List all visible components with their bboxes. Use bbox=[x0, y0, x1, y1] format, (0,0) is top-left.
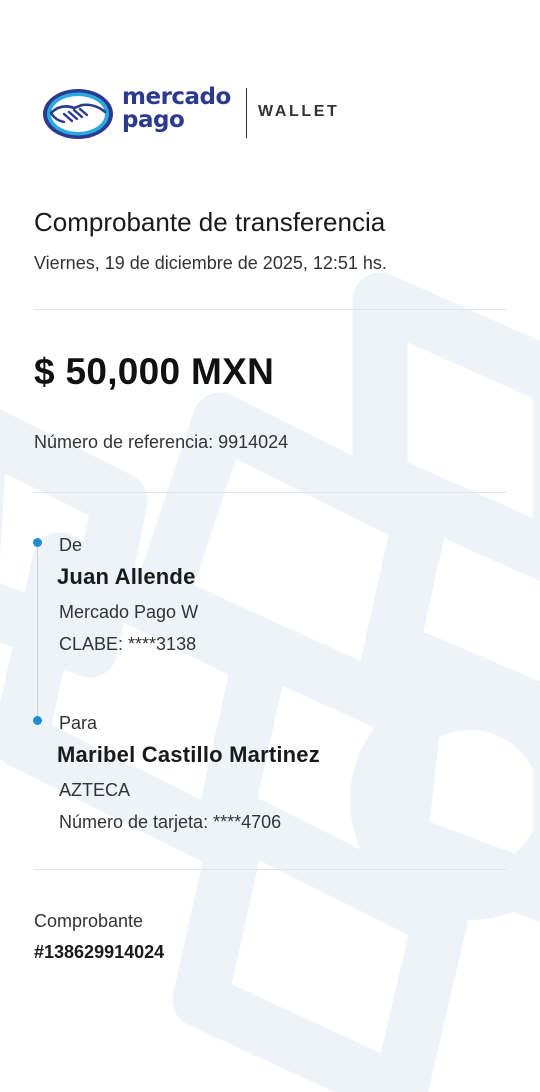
divider bbox=[34, 309, 506, 310]
logo-wallet-label: WALLET bbox=[258, 103, 340, 120]
sender-account: CLABE: ****3138 bbox=[59, 634, 197, 654]
recipient-dot-icon bbox=[33, 716, 42, 725]
timeline-connector bbox=[37, 545, 38, 721]
logo-wordmark: mercado pago bbox=[122, 86, 231, 132]
recipient-name: Maribel Castillo Martinez bbox=[57, 742, 320, 767]
divider bbox=[34, 492, 506, 493]
recipient-institution: AZTECA bbox=[59, 780, 131, 800]
sender-institution: Mercado Pago W bbox=[59, 602, 199, 622]
logo-word-pago: pago bbox=[122, 107, 185, 133]
receipt-datetime: Viernes, 19 de diciembre de 2025, 12:51 … bbox=[34, 253, 387, 273]
recipient-label: Para bbox=[59, 713, 98, 733]
handshake-icon bbox=[43, 89, 113, 139]
transfer-amount: $ 50,000 MXN bbox=[34, 351, 275, 392]
mercado-pago-wallet-logo: mercado pago WALLET bbox=[42, 86, 352, 142]
reference-number: Número de referencia: 9914024 bbox=[34, 432, 289, 452]
voucher-number: #138629914024 bbox=[34, 942, 165, 962]
sender-label: De bbox=[59, 535, 83, 555]
recipient-account: Número de tarjeta: ****4706 bbox=[59, 812, 282, 832]
voucher-label: Comprobante bbox=[34, 911, 144, 931]
divider bbox=[34, 869, 506, 870]
sender-name: Juan Allende bbox=[57, 564, 196, 589]
logo-divider bbox=[246, 88, 247, 138]
sender-dot-icon bbox=[33, 538, 42, 547]
receipt-title: Comprobante de transferencia bbox=[34, 207, 386, 237]
